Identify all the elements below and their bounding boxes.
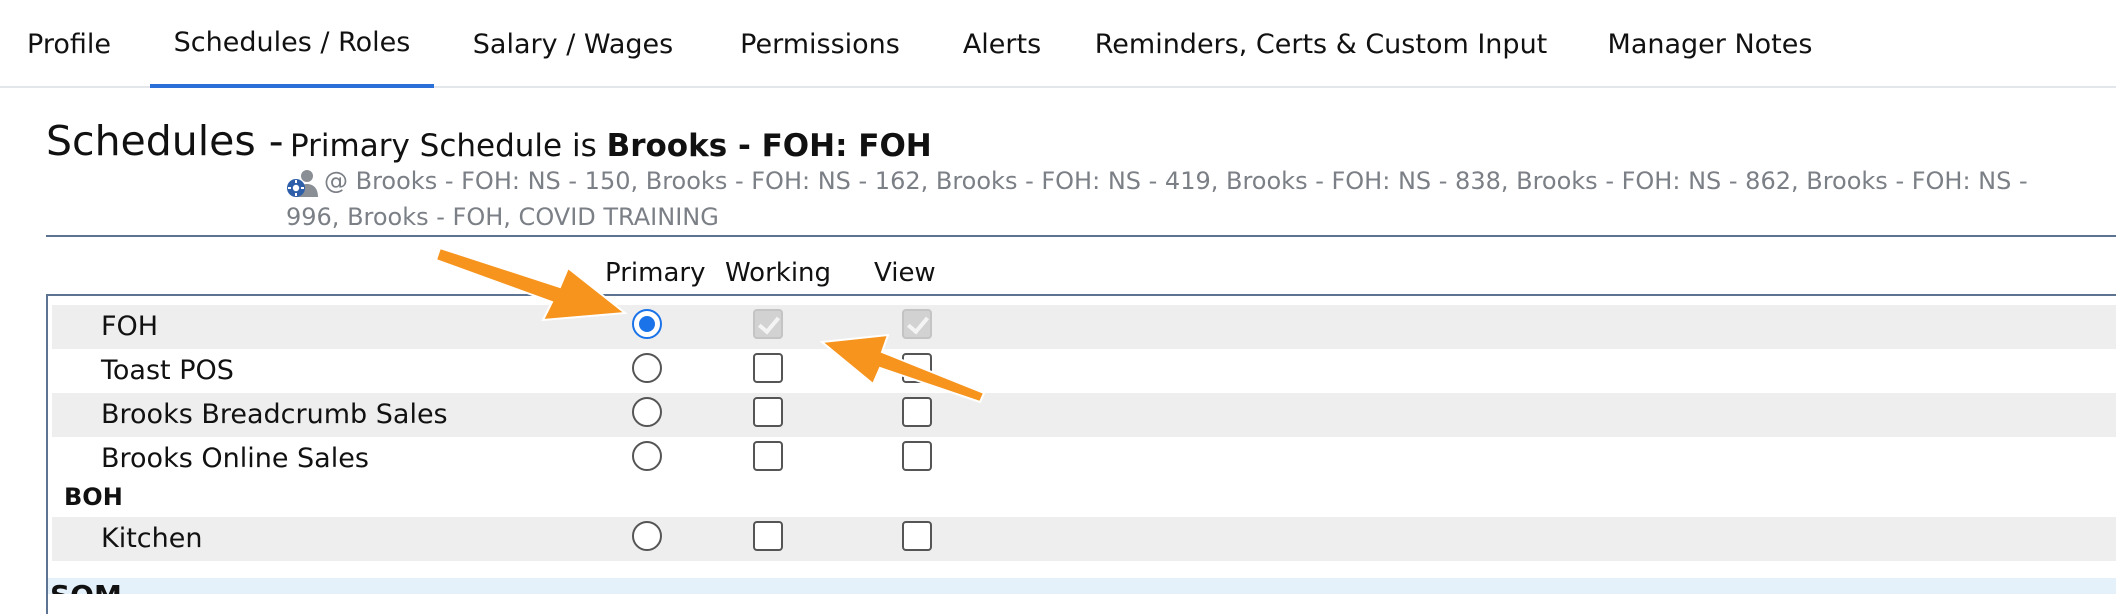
annotation-arrow-primary [434, 246, 628, 322]
annotation-arrow-working [819, 333, 986, 404]
annotation-arrows [434, 246, 986, 404]
